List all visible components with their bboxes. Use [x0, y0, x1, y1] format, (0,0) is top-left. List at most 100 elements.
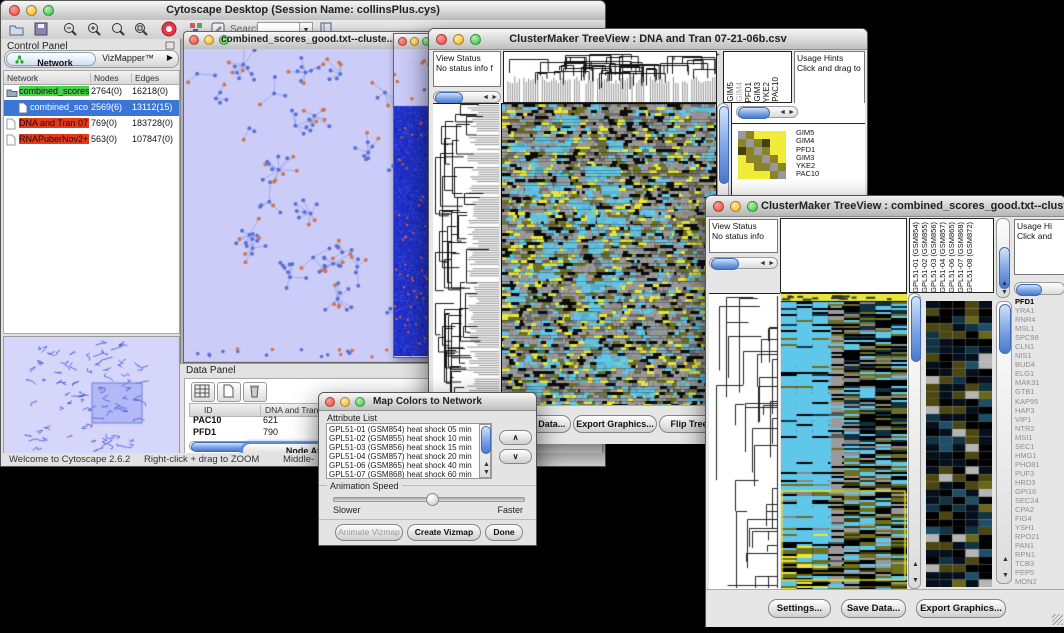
network-row-rnapuber[interactable]: RNAPuberNov2+| 563(0) 107847(0) [4, 132, 179, 148]
move-down-button[interactable]: ∨ [499, 449, 532, 464]
create-vizmap-button[interactable]: Create Vizmap [407, 524, 481, 541]
scroll-left-icon[interactable]: ◄ [779, 109, 786, 116]
minimize-button[interactable] [730, 201, 741, 212]
col-id[interactable]: ID [204, 405, 248, 415]
scroll-down-icon[interactable]: ▼ [912, 577, 919, 584]
scroll-left-icon[interactable]: ◄ [482, 94, 489, 101]
birdseye-view[interactable] [3, 336, 180, 457]
delete-attribute-icon[interactable] [243, 382, 267, 402]
animation-speed-slider[interactable] [333, 497, 525, 502]
attribute-item[interactable]: GPL51-03 (GSM856) heat shock 15 min [329, 443, 479, 452]
gene-label[interactable]: NIS1 [1015, 351, 1064, 360]
gene-label[interactable]: PUF3 [1015, 469, 1064, 478]
save-data-button[interactable]: Save Data... [841, 599, 906, 618]
gene-label[interactable]: HMG1 [1015, 451, 1064, 460]
open-file-icon[interactable] [9, 22, 24, 36]
zoom-button[interactable] [747, 201, 758, 212]
scroll-right-icon[interactable]: ► [788, 109, 795, 116]
treeview1-similarity-matrix[interactable] [738, 131, 786, 179]
treeview2-zoom-heatmap[interactable] [926, 301, 992, 587]
attribute-list-scrollbar[interactable]: ▲ ▼ [479, 424, 491, 478]
treeview2-usage-scrollbar[interactable] [1014, 282, 1064, 295]
scroll-right-icon[interactable]: ► [768, 260, 775, 267]
gene-label[interactable]: GTB1 [1015, 387, 1064, 396]
zoom-in-icon[interactable] [87, 22, 102, 37]
gene-label[interactable]: PFD1 [1015, 297, 1064, 306]
minimize-button[interactable] [410, 37, 419, 46]
scroll-up-icon[interactable]: ▲ [1002, 556, 1009, 563]
scroll-up-icon[interactable]: ▲ [912, 561, 919, 568]
gene-label[interactable]: CLN1 [1015, 342, 1064, 351]
attribute-item[interactable]: GPL51-01 (GSM854) heat shock 05 min [329, 425, 479, 434]
scroll-left-icon[interactable]: ◄ [759, 260, 766, 267]
gene-label[interactable]: GPI16 [1015, 487, 1064, 496]
gene-label[interactable]: TCB3 [1015, 559, 1064, 568]
tab-network[interactable]: Network [6, 52, 96, 66]
main-titlebar[interactable]: Cytoscape Desktop (Session Name: collins… [1, 1, 605, 21]
gene-label[interactable]: NTR2 [1015, 424, 1064, 433]
scroll-right-icon[interactable]: ► [491, 94, 498, 101]
export-graphics-button[interactable]: Export Graphics... [916, 599, 1006, 618]
scroll-down-icon[interactable]: ▼ [1002, 572, 1009, 579]
scroll-up-icon[interactable]: ▲ [1001, 280, 1008, 287]
treeview2-row-dendrogram[interactable] [709, 293, 780, 590]
gene-label[interactable]: YRA1 [1015, 306, 1064, 315]
treeview2-titlebar[interactable]: ClusterMaker TreeView : combined_scores_… [706, 196, 1064, 217]
col-nodes[interactable]: Nodes [90, 73, 132, 83]
scroll-down-icon[interactable]: ▼ [1001, 289, 1008, 296]
attribute-listbox[interactable]: GPL51-01 (GSM854) heat shock 05 minGPL51… [326, 423, 492, 479]
gene-label[interactable]: MAK31 [1015, 378, 1064, 387]
help-lifering-icon[interactable] [161, 21, 177, 37]
settings-button[interactable]: Settings... [768, 599, 831, 618]
treeview2-zoom-vscrollbar[interactable]: ▲ ▼ [996, 301, 1012, 584]
treeview1-status-scrollbar[interactable]: ◄ ► [433, 91, 501, 103]
treeview1-titlebar[interactable]: ClusterMaker TreeView : DNA and Tran 07-… [429, 29, 867, 50]
treeview1-zoom-hscrollbar[interactable]: ◄ ► [736, 106, 798, 118]
treeview2-heatmap-vscrollbar[interactable]: ▲ ▼ [908, 293, 921, 589]
close-button[interactable] [398, 37, 407, 46]
col-network[interactable]: Network [7, 73, 89, 83]
new-attribute-icon[interactable] [217, 382, 241, 402]
gene-label[interactable]: BUD4 [1015, 360, 1064, 369]
attribute-item[interactable]: GPL51-06 (GSM865) heat shock 40 min [329, 461, 479, 470]
network-row-dna-tran[interactable]: DNA and Tran 07 769(0) 183728(0) [4, 116, 179, 132]
zoom-out-icon[interactable] [63, 22, 78, 37]
move-up-button[interactable]: ∧ [499, 430, 532, 445]
gene-label[interactable]: PEP5 [1015, 568, 1064, 577]
done-button[interactable]: Done [485, 524, 523, 541]
network-row-combined-sco-selected[interactable]: combined_sco 2569(6) 13112(15) [4, 100, 179, 116]
map-dialog-titlebar[interactable]: Map Colors to Network [319, 393, 536, 411]
resize-grip[interactable] [1052, 614, 1063, 625]
gene-label[interactable]: VIP1 [1015, 415, 1064, 424]
zoom-selected-icon[interactable] [134, 22, 149, 37]
treeview2-status-scrollbar[interactable]: ◄ ► [709, 257, 778, 269]
gene-label[interactable]: RPO21 [1015, 532, 1064, 541]
gene-label[interactable]: KAP95 [1015, 397, 1064, 406]
gene-label[interactable]: MSI1 [1015, 433, 1064, 442]
treeview2-column-dendrogram[interactable] [780, 218, 907, 293]
gene-label[interactable]: MSL1 [1015, 324, 1064, 333]
gene-label[interactable]: PHO81 [1015, 460, 1064, 469]
gene-label[interactable]: MON2 [1015, 577, 1064, 586]
treeview1-row-dendrogram[interactable] [433, 103, 499, 406]
attribute-table-icon[interactable] [191, 382, 215, 402]
attribute-item[interactable]: GPL51-02 (GSM855) heat shock 10 min [329, 434, 479, 443]
gene-label[interactable]: RPN1 [1015, 550, 1064, 559]
treeview1-heatmap[interactable] [501, 103, 717, 407]
gene-label[interactable]: ELG1 [1015, 369, 1064, 378]
gene-label[interactable]: CPA2 [1015, 505, 1064, 514]
close-button[interactable] [713, 201, 724, 212]
gene-label[interactable]: SPC98 [1015, 333, 1064, 342]
gene-label[interactable]: SEC24 [1015, 496, 1064, 505]
scroll-down-icon[interactable]: ▼ [483, 469, 490, 476]
save-icon[interactable] [34, 22, 48, 36]
float-panel-icon[interactable] [165, 41, 175, 50]
gene-label[interactable]: HRD3 [1015, 478, 1064, 487]
gene-label[interactable]: FIG4 [1015, 514, 1064, 523]
export-graphics-button[interactable]: Export Graphics... [573, 415, 657, 433]
attribute-item[interactable]: GPL51-04 (GSM857) heat shock 20 min [329, 452, 479, 461]
attribute-item[interactable]: GPL51-07 (GSM868) heat shock 60 min [329, 470, 479, 479]
gene-label[interactable]: PAN1 [1015, 541, 1064, 550]
slider-thumb[interactable] [426, 493, 439, 506]
gene-label[interactable]: RNR4 [1015, 315, 1064, 324]
